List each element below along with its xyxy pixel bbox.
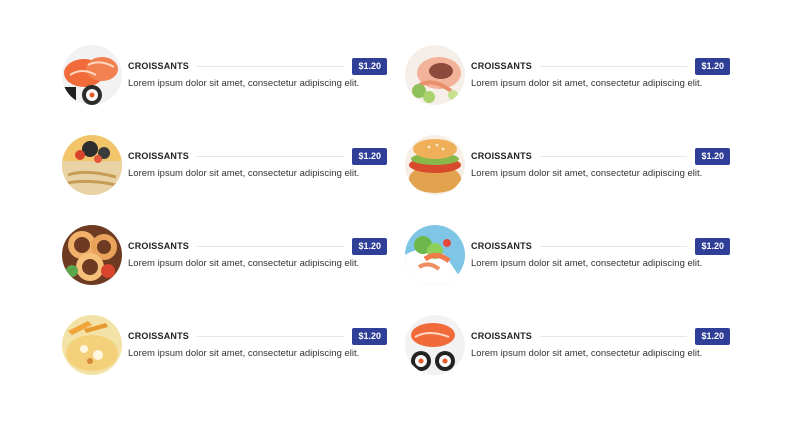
price-badge: $1.20 xyxy=(695,327,730,345)
item-name: CROISSANTS xyxy=(471,331,533,341)
item-title-row: CROISSANTS $1.20 xyxy=(471,57,730,75)
price-badge: $1.20 xyxy=(352,147,387,165)
shrimp-salad-photo xyxy=(405,225,465,285)
menu-item[interactable]: CROISSANTS $1.20 Lorem ipsum dolor sit a… xyxy=(62,45,387,105)
menu-grid: CROISSANTS $1.20 Lorem ipsum dolor sit a… xyxy=(62,45,730,375)
pasta-dish-photo xyxy=(62,315,122,375)
title-divider xyxy=(197,335,345,337)
price-badge: $1.20 xyxy=(695,147,730,165)
title-divider xyxy=(540,155,688,157)
menu-item[interactable]: CROISSANTS $1.20 Lorem ipsum dolor sit a… xyxy=(405,135,730,195)
title-divider xyxy=(540,335,688,337)
item-description: Lorem ipsum dolor sit amet, consectetur … xyxy=(471,258,703,269)
item-title-row: CROISSANTS $1.20 xyxy=(128,57,387,75)
bruschetta-olives-photo xyxy=(62,135,122,195)
price-badge: $1.20 xyxy=(695,57,730,75)
menu-item[interactable]: CROISSANTS $1.20 Lorem ipsum dolor sit a… xyxy=(62,135,387,195)
octopus-salad-photo xyxy=(405,45,465,105)
price-badge: $1.20 xyxy=(352,57,387,75)
item-description: Lorem ipsum dolor sit amet, consectetur … xyxy=(471,168,703,179)
item-description: Lorem ipsum dolor sit amet, consectetur … xyxy=(128,258,360,269)
item-name: CROISSANTS xyxy=(128,151,190,161)
sushi-rolls-photo xyxy=(405,315,465,375)
price-badge: $1.20 xyxy=(352,327,387,345)
item-title-row: CROISSANTS $1.20 xyxy=(128,237,387,255)
item-name: CROISSANTS xyxy=(128,241,190,251)
price-badge: $1.20 xyxy=(352,237,387,255)
menu-item[interactable]: CROISSANTS $1.20 Lorem ipsum dolor sit a… xyxy=(62,225,387,285)
item-title-row: CROISSANTS $1.20 xyxy=(128,327,387,345)
item-title-row: CROISSANTS $1.20 xyxy=(471,327,730,345)
item-title-row: CROISSANTS $1.20 xyxy=(128,147,387,165)
item-description: Lorem ipsum dolor sit amet, consectetur … xyxy=(128,78,360,89)
menu-item[interactable]: CROISSANTS $1.20 Lorem ipsum dolor sit a… xyxy=(405,225,730,285)
menu-item[interactable]: CROISSANTS $1.20 Lorem ipsum dolor sit a… xyxy=(405,45,730,105)
price-badge: $1.20 xyxy=(695,237,730,255)
item-name: CROISSANTS xyxy=(471,151,533,161)
item-description: Lorem ipsum dolor sit amet, consectetur … xyxy=(128,168,360,179)
title-divider xyxy=(540,245,688,247)
item-name: CROISSANTS xyxy=(471,241,533,251)
item-title-row: CROISSANTS $1.20 xyxy=(471,237,730,255)
item-name: CROISSANTS xyxy=(471,61,533,71)
title-divider xyxy=(197,65,345,67)
title-divider xyxy=(540,65,688,67)
sushi-salmon-photo xyxy=(62,45,122,105)
menu-item[interactable]: CROISSANTS $1.20 Lorem ipsum dolor sit a… xyxy=(62,315,387,375)
item-name: CROISSANTS xyxy=(128,331,190,341)
title-divider xyxy=(197,155,345,157)
calamari-rings-photo xyxy=(62,225,122,285)
menu-item[interactable]: CROISSANTS $1.20 Lorem ipsum dolor sit a… xyxy=(405,315,730,375)
title-divider xyxy=(197,245,345,247)
item-title-row: CROISSANTS $1.20 xyxy=(471,147,730,165)
item-description: Lorem ipsum dolor sit amet, consectetur … xyxy=(471,78,703,89)
item-description: Lorem ipsum dolor sit amet, consectetur … xyxy=(128,348,360,359)
item-name: CROISSANTS xyxy=(128,61,190,71)
burger-photo xyxy=(405,135,465,195)
item-description: Lorem ipsum dolor sit amet, consectetur … xyxy=(471,348,703,359)
